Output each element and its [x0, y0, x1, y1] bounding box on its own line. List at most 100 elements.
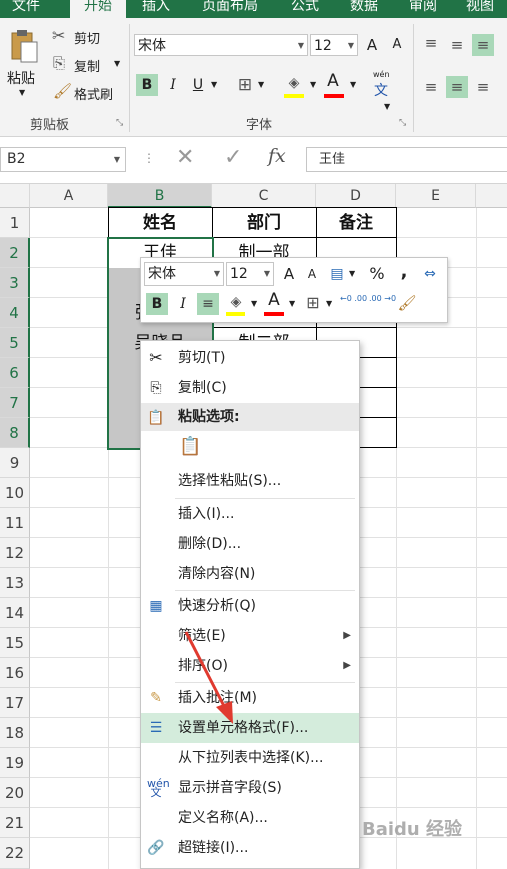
cut-button[interactable]: ✂ 剪切	[50, 26, 110, 48]
row-header-17[interactable]: 17	[0, 688, 30, 718]
mini-paintbrush-icon[interactable]: 🖌	[396, 292, 418, 314]
row-header-11[interactable]: 11	[0, 508, 30, 538]
chevron-down-icon[interactable]: ▼	[289, 299, 295, 308]
chevron-down-icon[interactable]: ▼	[310, 80, 316, 89]
menu-item-paste-special[interactable]: 选择性粘贴(S)...	[141, 466, 359, 496]
font-size-combo[interactable]: 12 ▼	[310, 34, 358, 56]
mini-italic-button[interactable]: I	[172, 293, 194, 315]
menu-item-insert[interactable]: 插入(I)...	[141, 499, 359, 529]
align-middle-icon[interactable]: ≡	[446, 34, 468, 56]
menu-item-insert-comment[interactable]: ✎ 插入批注(M)	[141, 683, 359, 713]
mini-shrink-font-button[interactable]: A	[301, 263, 323, 285]
chevron-down-icon[interactable]: ▼	[326, 299, 332, 308]
row-header-20[interactable]: 20	[0, 778, 30, 808]
align-right-icon[interactable]: ≡	[472, 76, 494, 98]
cell-d1[interactable]: 备注	[316, 208, 396, 238]
row-header-1[interactable]: 1	[0, 208, 30, 238]
row-header-2[interactable]: 2	[0, 238, 30, 268]
row-header-16[interactable]: 16	[0, 658, 30, 688]
insert-function-button[interactable]: fx	[268, 145, 286, 167]
row-header-5[interactable]: 5	[0, 328, 30, 358]
chevron-down-icon[interactable]: ▼	[19, 88, 25, 97]
name-box[interactable]: B2 ▼	[0, 147, 126, 172]
chevron-down-icon[interactable]: ▼	[251, 299, 257, 308]
underline-button[interactable]: U	[187, 74, 209, 96]
row-header-3[interactable]: 3	[0, 268, 30, 298]
menu-item-clear-contents[interactable]: 清除内容(N)	[141, 559, 359, 589]
column-header-b[interactable]: B	[108, 184, 212, 208]
font-color-button[interactable]: A	[322, 70, 344, 92]
row-header-10[interactable]: 10	[0, 478, 30, 508]
align-center-icon[interactable]: ≡	[446, 76, 468, 98]
menu-item-filter[interactable]: 筛选(E) ▶	[141, 621, 359, 651]
shrink-font-button[interactable]: A	[386, 34, 408, 56]
tab-insert[interactable]: 插入	[142, 0, 170, 18]
menu-item-show-phonetic[interactable]: wén 文 显示拼音字段(S)	[141, 773, 359, 803]
row-header-18[interactable]: 18	[0, 718, 30, 748]
mini-font-name-combo[interactable]: 宋体 ▼	[144, 262, 224, 286]
mini-center-align-icon[interactable]: ≡	[197, 293, 219, 315]
row-header-8[interactable]: 8	[0, 418, 30, 448]
row-header-9[interactable]: 9	[0, 448, 30, 478]
row-header-7[interactable]: 7	[0, 388, 30, 418]
mini-bold-button[interactable]: B	[146, 293, 168, 315]
menu-item-format-cells[interactable]: ☰ 设置单元格格式(F)...	[141, 713, 359, 743]
merge-center-icon[interactable]: ⇔	[419, 263, 441, 285]
tab-data[interactable]: 数据	[350, 0, 378, 18]
column-header-d[interactable]: D	[316, 184, 396, 208]
paste-button[interactable]: 粘贴 ▼	[4, 26, 44, 106]
tab-file[interactable]: 文件	[12, 0, 40, 18]
menu-item-define-name[interactable]: 定义名称(A)...	[141, 803, 359, 833]
borders-icon[interactable]: ⊞	[234, 74, 256, 96]
percent-style-button[interactable]: %	[366, 263, 388, 285]
paste-option-button[interactable]: 📋	[177, 434, 203, 462]
mini-paint-bucket-icon[interactable]: ◈	[225, 291, 247, 313]
row-header-19[interactable]: 19	[0, 748, 30, 778]
mini-borders-icon[interactable]: ⊞	[302, 292, 324, 314]
grow-font-button[interactable]: A	[361, 34, 383, 56]
cell-c1[interactable]: 部门	[212, 208, 316, 238]
tab-view[interactable]: 视图	[466, 0, 494, 18]
column-header-a[interactable]: A	[30, 184, 108, 208]
menu-item-cut[interactable]: ✂ 剪切(T)	[141, 343, 359, 373]
cancel-icon[interactable]: ✕	[176, 145, 194, 170]
italic-button[interactable]: I	[162, 74, 184, 96]
tab-page-layout[interactable]: 页面布局	[202, 0, 258, 18]
chevron-down-icon[interactable]: ▼	[350, 80, 356, 89]
select-all-corner[interactable]	[0, 184, 30, 208]
row-header-21[interactable]: 21	[0, 808, 30, 838]
column-header-c[interactable]: C	[212, 184, 316, 208]
dialog-launcher-icon[interactable]: ⤡	[116, 118, 123, 128]
menu-item-delete[interactable]: 删除(D)...	[141, 529, 359, 559]
accounting-format-icon[interactable]: ▤	[326, 263, 348, 285]
phonetic-button[interactable]: wén 文	[370, 70, 396, 100]
dialog-launcher-icon[interactable]: ⤡	[399, 118, 406, 128]
menu-item-hyperlink[interactable]: 🔗 超链接(I)...	[141, 833, 359, 863]
mini-grow-font-button[interactable]: A	[278, 263, 300, 285]
formula-input[interactable]: 王佳	[306, 147, 507, 172]
mini-font-color-button[interactable]: A	[263, 289, 285, 311]
chevron-down-icon[interactable]: ▼	[258, 80, 264, 89]
enter-icon[interactable]: ✓	[224, 145, 242, 170]
increase-decimal-button[interactable]: ←0 .00	[340, 294, 367, 303]
menu-item-pick-from-list[interactable]: 从下拉列表中选择(K)...	[141, 743, 359, 773]
column-header-e[interactable]: E	[396, 184, 476, 208]
align-top-icon[interactable]: ≡	[420, 32, 442, 54]
row-header-12[interactable]: 12	[0, 538, 30, 568]
chevron-down-icon[interactable]: ▼	[349, 269, 355, 278]
fill-color-button[interactable]: ◈	[283, 72, 305, 94]
font-name-combo[interactable]: 宋体 ▼	[134, 34, 308, 56]
cell-b1[interactable]: 姓名	[108, 208, 212, 238]
menu-item-copy[interactable]: ⎘ 复制(C)	[141, 373, 359, 403]
copy-button[interactable]: ⎘ 复制 ▼	[50, 54, 124, 76]
menu-item-quick-analysis[interactable]: ▦ 快速分析(Q)	[141, 591, 359, 621]
bold-button[interactable]: B	[136, 74, 158, 96]
row-header-15[interactable]: 15	[0, 628, 30, 658]
mini-font-size-combo[interactable]: 12 ▼	[226, 262, 274, 286]
align-left-icon[interactable]: ≡	[420, 76, 442, 98]
chevron-down-icon[interactable]: ▼	[211, 80, 217, 89]
decrease-decimal-button[interactable]: .00 →0	[369, 294, 396, 303]
chevron-down-icon[interactable]: ▼	[114, 59, 120, 68]
row-header-14[interactable]: 14	[0, 598, 30, 628]
tab-home[interactable]: 开始	[70, 0, 126, 20]
